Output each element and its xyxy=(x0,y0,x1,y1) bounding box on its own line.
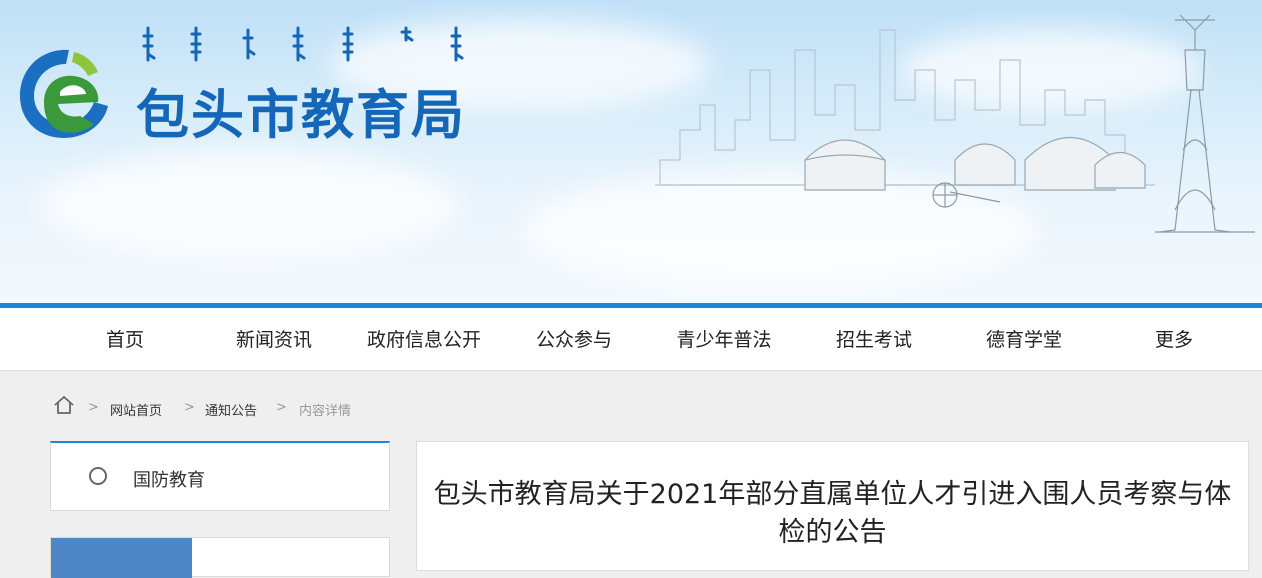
breadcrumb-separator: > xyxy=(184,400,195,415)
sidebar-tab-active[interactable] xyxy=(51,538,192,578)
city-skyline-yurts-icon xyxy=(655,10,1262,244)
monument-tower-icon xyxy=(1155,14,1255,233)
nav-item-news[interactable]: 新闻资讯 xyxy=(199,308,349,370)
main-nav: 首页 新闻资讯 政府信息公开 公众参与 青少年普法 招生考试 德育学堂 更多 xyxy=(0,308,1262,371)
sidebar-item-national-defense[interactable]: 国防教育 xyxy=(50,441,390,511)
radio-circle-icon xyxy=(89,467,107,485)
header-banner: 包头市教育局 xyxy=(0,0,1262,303)
breadcrumb-current: 内容详情 xyxy=(299,404,352,419)
nav-item-public[interactable]: 公众参与 xyxy=(499,308,649,370)
breadcrumb-separator: > xyxy=(88,400,99,415)
home-icon[interactable] xyxy=(52,394,76,420)
article-title: 包头市教育局关于2021年部分直属单位人才引进入围人员考察与体检的公告 xyxy=(433,479,1232,548)
nav-item-gov-info[interactable]: 政府信息公开 xyxy=(349,308,499,370)
baotou-education-logo-icon[interactable] xyxy=(14,44,114,148)
mongolian-script-title-icon xyxy=(138,22,478,70)
breadcrumb-separator: > xyxy=(276,400,287,415)
sidebar-item-label: 国防教育 xyxy=(133,470,205,491)
nav-item-youth-law[interactable]: 青少年普法 xyxy=(649,308,799,370)
breadcrumb-home-link[interactable]: 网站首页 xyxy=(110,400,162,419)
nav-item-more[interactable]: 更多 xyxy=(1099,308,1249,370)
sidebar-tabs xyxy=(50,537,390,578)
nav-item-moral-edu[interactable]: 德育学堂 xyxy=(949,308,1099,370)
site-title[interactable]: 包头市教育局 xyxy=(136,82,466,150)
cloud-decoration xyxy=(40,150,460,260)
nav-item-exams[interactable]: 招生考试 xyxy=(799,308,949,370)
breadcrumb-notice-link[interactable]: 通知公告 xyxy=(205,400,257,419)
nav-item-home[interactable]: 首页 xyxy=(50,308,200,370)
